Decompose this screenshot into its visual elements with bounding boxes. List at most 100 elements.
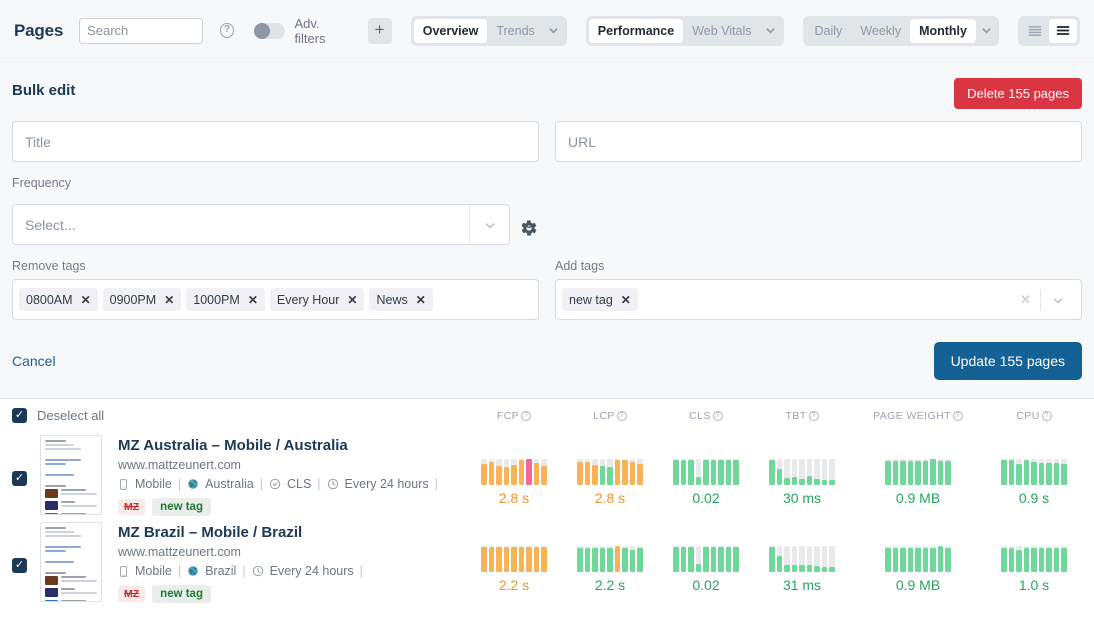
- deselect-all-checkbox[interactable]: ✓: [12, 408, 27, 423]
- cancel-link[interactable]: Cancel: [12, 353, 56, 369]
- gear-icon[interactable]: [520, 216, 538, 236]
- metric-header-label: FCP: [496, 409, 520, 422]
- sparkbar-fill: [688, 547, 694, 572]
- url-input[interactable]: URL: [555, 121, 1082, 162]
- question-circle-icon[interactable]: ?: [712, 410, 723, 421]
- metric-cell-cpu[interactable]: 0.9 s: [986, 459, 1082, 506]
- metric-value: 31 ms: [782, 577, 822, 593]
- page-title: Pages: [14, 20, 64, 40]
- metric-cell-tbt[interactable]: 31 ms: [754, 546, 850, 593]
- metric-cell-page-weight[interactable]: 0.9 MB: [850, 546, 986, 593]
- sparkbar: [1031, 459, 1037, 485]
- metric-cell-lcp[interactable]: 2.2 s: [562, 546, 658, 593]
- sparkbar: [503, 459, 510, 485]
- sparkbar-fill: [769, 460, 775, 485]
- chevron-down-icon-add-tags[interactable]: [1041, 294, 1075, 306]
- tab-overview[interactable]: Overview: [413, 18, 488, 43]
- clear-icon[interactable]: ✕: [1011, 292, 1040, 308]
- bulk-edit-panel: Bulk edit Delete 155 pages Title URL Fre…: [0, 62, 1094, 399]
- title-input[interactable]: Title: [12, 121, 539, 162]
- chip-remove-icon[interactable]: ✕: [416, 293, 426, 307]
- remove-tag-chip[interactable]: Every Hour ✕: [269, 288, 365, 311]
- metric-cell-fcp[interactable]: 2.8 s: [466, 459, 562, 506]
- sparkbar: [703, 459, 709, 485]
- sparkbar: [821, 546, 828, 572]
- chevron-down-icon-period[interactable]: [976, 19, 996, 43]
- sparkbar: [703, 546, 709, 572]
- tab-monthly[interactable]: Monthly: [910, 18, 976, 43]
- chevron-down-icon-frequency[interactable]: [469, 205, 509, 244]
- chip-remove-icon[interactable]: ✕: [81, 293, 91, 307]
- delete-pages-button[interactable]: Delete 155 pages: [954, 78, 1082, 109]
- page-tag[interactable]: MZ: [118, 499, 146, 515]
- metric-cell-cls[interactable]: 0.02: [658, 459, 754, 506]
- question-circle-icon[interactable]: ?: [616, 410, 627, 421]
- adv-filters-toggle[interactable]: Adv. filters: [254, 16, 350, 46]
- metric-cell-cls[interactable]: 0.02: [658, 546, 754, 593]
- add-tags-controls: ✕: [1011, 285, 1075, 314]
- remove-tag-chip[interactable]: 0900PM ✕: [102, 288, 182, 311]
- search-input[interactable]: Search: [79, 17, 203, 44]
- metric-cell-cpu[interactable]: 1.0 s: [986, 546, 1082, 593]
- tab-web-vitals[interactable]: Web Vitals: [683, 19, 760, 43]
- page-tag[interactable]: MZ: [118, 586, 146, 602]
- metric-cell-fcp[interactable]: 2.2 s: [466, 546, 562, 593]
- page-tag[interactable]: new tag: [152, 585, 211, 603]
- remove-tags-field[interactable]: 0800AM ✕ 0900PM ✕ 1000PM ✕ Every Hour ✕ News ✕: [12, 279, 539, 320]
- chip-remove-icon[interactable]: ✕: [621, 293, 631, 307]
- row-checkbox[interactable]: ✓: [12, 558, 27, 573]
- page-tags: MZ new tag: [118, 585, 466, 603]
- chip-remove-icon[interactable]: ✕: [248, 293, 258, 307]
- mobile-icon: [118, 478, 129, 491]
- table-row[interactable]: ✓ MZ Brazil – Mobile / Brazil www.mattzeun…: [0, 516, 1094, 603]
- update-pages-button[interactable]: Update 155 pages: [933, 342, 1082, 380]
- tab-weekly[interactable]: Weekly: [851, 19, 910, 43]
- remove-tag-chip[interactable]: 1000PM ✕: [186, 288, 265, 311]
- table-row[interactable]: ✓ MZ Australia – Mobile / Australia www.ma…: [0, 429, 1094, 516]
- segment-group-metric: Performance Web Vitals: [585, 15, 784, 46]
- metric-cell-page-weight[interactable]: 0.9 MB: [850, 459, 986, 506]
- page-thumbnail[interactable]: [40, 522, 102, 602]
- page-tag[interactable]: new tag: [152, 498, 211, 516]
- sparkbar-fill: [607, 548, 613, 572]
- question-circle-icon[interactable]: ?: [521, 410, 532, 421]
- tab-performance[interactable]: Performance: [588, 18, 684, 43]
- question-circle-icon[interactable]: ?: [808, 410, 819, 421]
- page-title-link[interactable]: MZ Australia – Mobile / Australia: [118, 437, 466, 454]
- chip-remove-icon[interactable]: ✕: [347, 293, 357, 307]
- chip-remove-icon[interactable]: ✕: [164, 293, 174, 307]
- chevron-down-icon-view[interactable]: [544, 19, 564, 43]
- page-title-link[interactable]: MZ Brazil – Mobile / Brazil: [118, 524, 466, 541]
- metric-cell-tbt[interactable]: 30 ms: [754, 459, 850, 506]
- question-circle-icon[interactable]: ?: [952, 410, 963, 421]
- question-circle-icon[interactable]: ?: [219, 23, 235, 38]
- sparkbar-fill: [533, 462, 540, 485]
- compact-list-icon[interactable]: [1021, 19, 1049, 43]
- metric-header-tbt: TBT?: [754, 410, 850, 422]
- remove-tag-chip[interactable]: 0800AM ✕: [19, 288, 98, 311]
- sparkbar-fill: [629, 549, 636, 572]
- add-tags-field[interactable]: new tag ✕ ✕: [555, 279, 1082, 320]
- list-icon[interactable]: [1049, 18, 1077, 43]
- url-field-col: URL: [555, 121, 1082, 162]
- sparkbar-fill: [806, 565, 813, 572]
- tab-daily[interactable]: Daily: [806, 19, 852, 43]
- frequency-select[interactable]: Select...: [12, 204, 510, 245]
- sparkbar: [584, 459, 591, 485]
- metric-cell-lcp[interactable]: 2.8 s: [562, 459, 658, 506]
- sparkbar: [1001, 459, 1007, 485]
- chevron-down-icon-metric[interactable]: [761, 19, 781, 43]
- toggle-track[interactable]: [254, 22, 286, 39]
- add-tag-chip[interactable]: new tag ✕: [562, 288, 638, 311]
- row-checkbox[interactable]: ✓: [12, 471, 27, 486]
- remove-tag-chip[interactable]: News ✕: [369, 288, 433, 311]
- sparkbar-fill: [488, 462, 495, 485]
- sparkbar-fill: [577, 461, 583, 485]
- question-circle-icon[interactable]: ?: [1041, 410, 1052, 421]
- sparkbar-fill: [607, 466, 613, 485]
- tab-trends[interactable]: Trends: [487, 19, 543, 43]
- add-filter-button[interactable]: +: [367, 17, 392, 44]
- sparkbar-fill: [718, 547, 724, 572]
- sparkbar-fill: [885, 548, 891, 572]
- page-thumbnail[interactable]: [40, 435, 102, 515]
